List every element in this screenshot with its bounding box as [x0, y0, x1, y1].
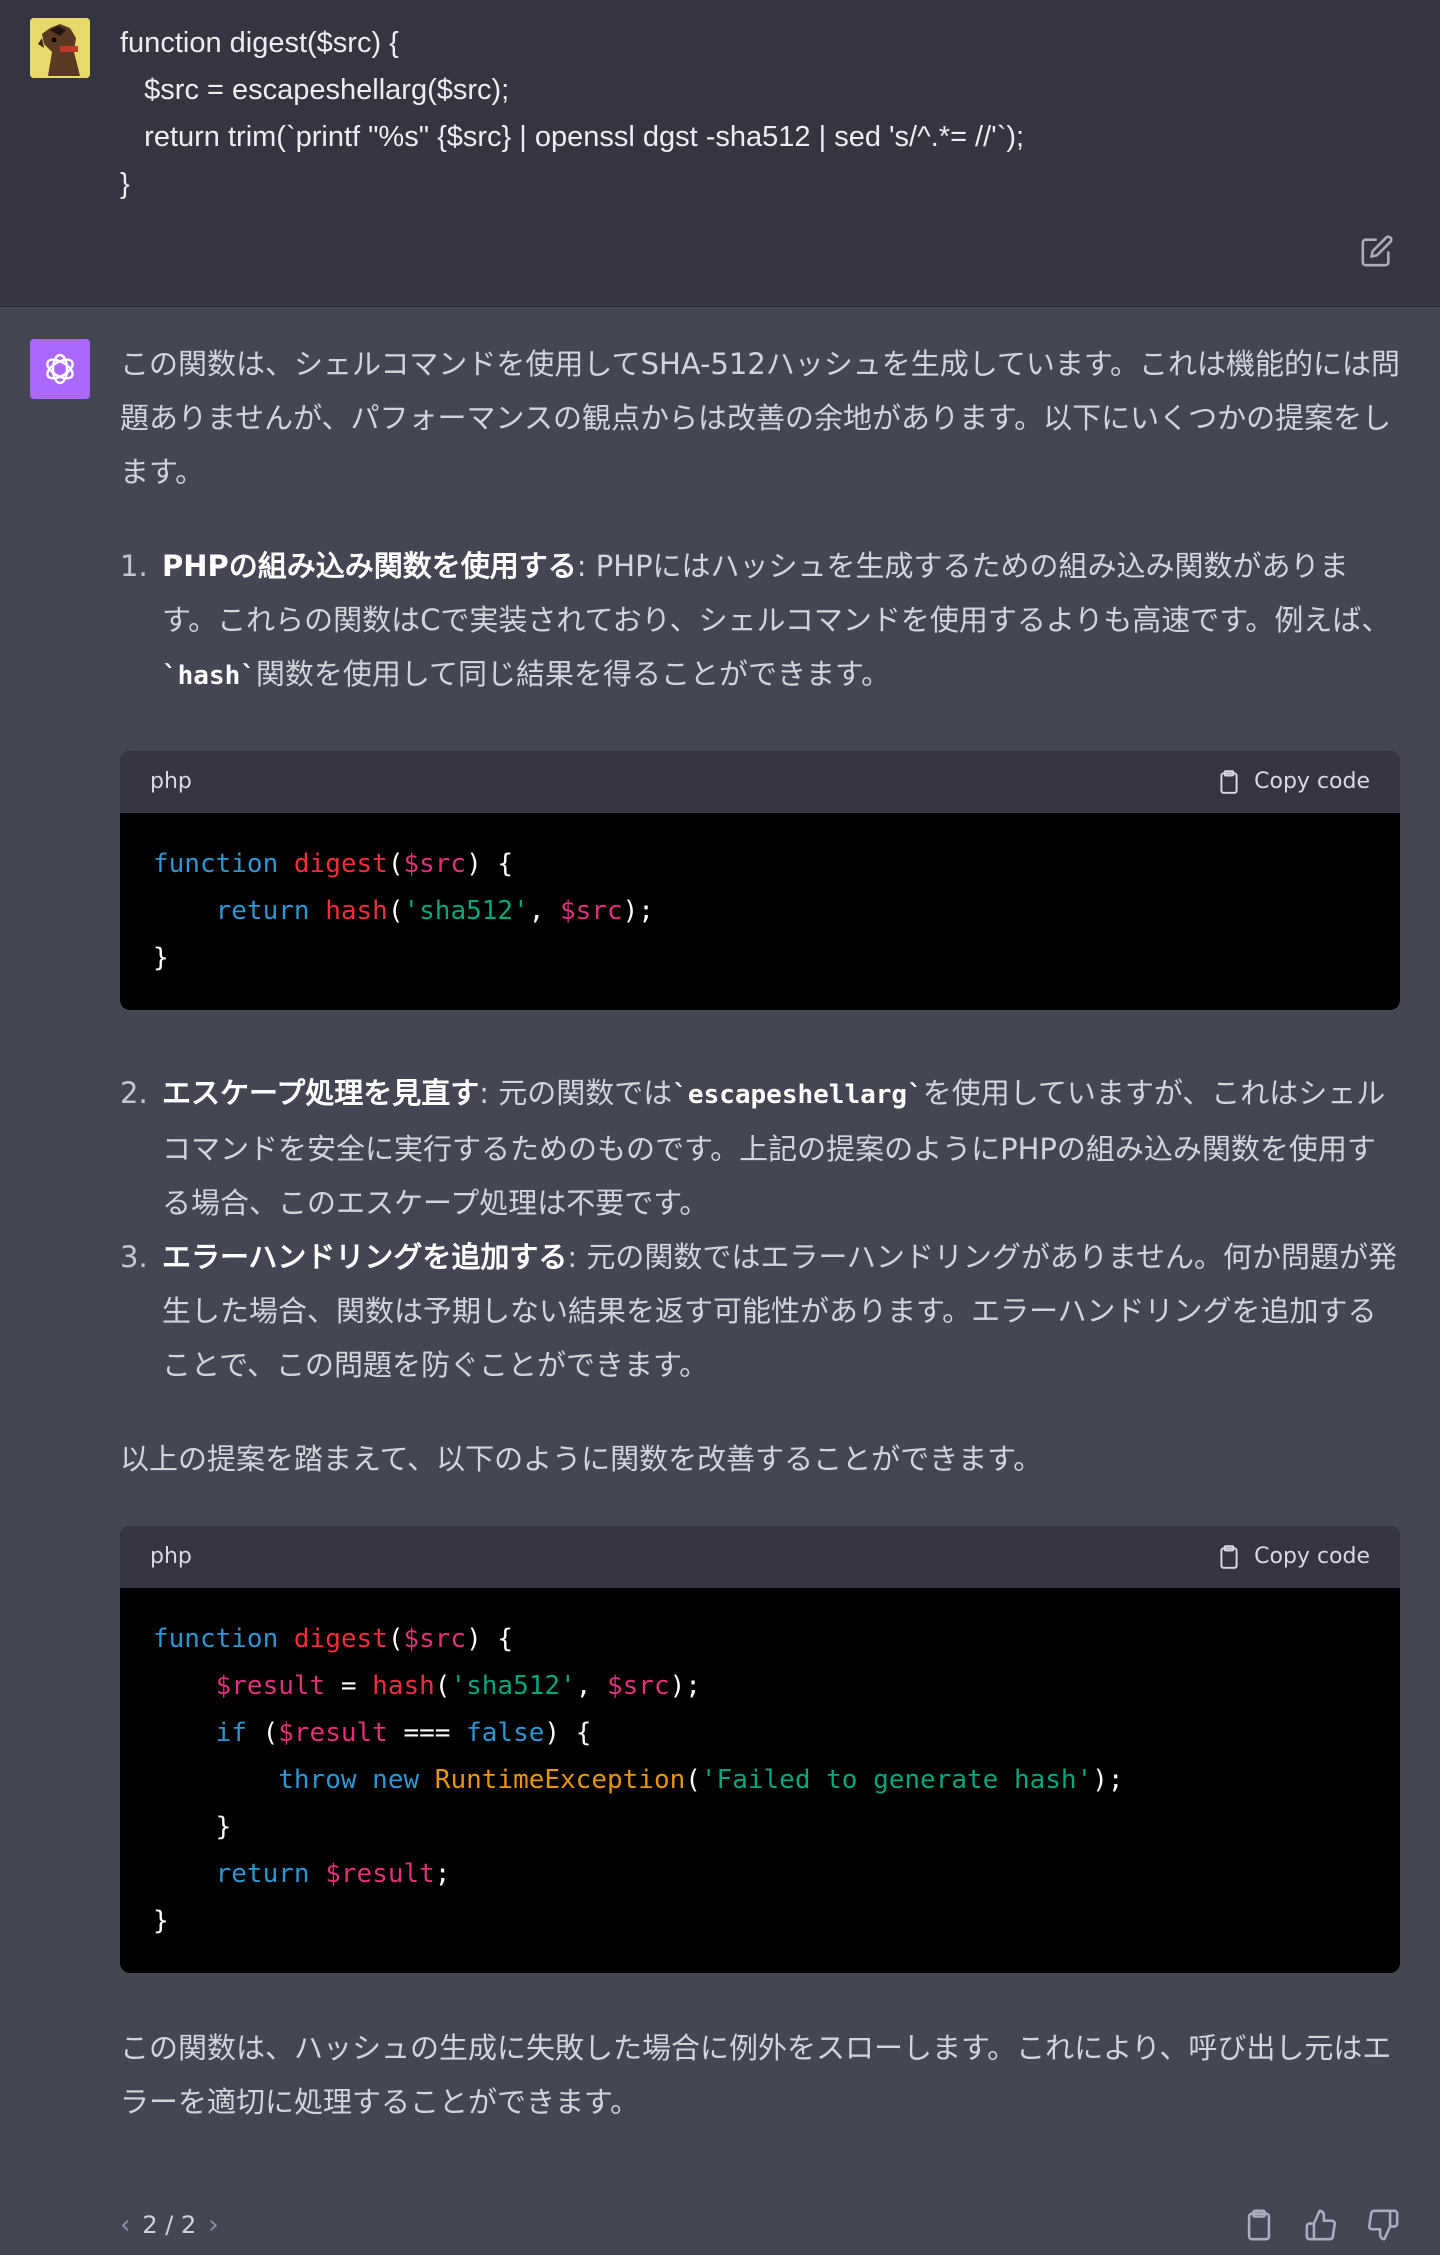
thumbs-up-icon[interactable] — [1304, 2208, 1338, 2242]
user-message-text: function digest($src) { $src = escapeshe… — [120, 20, 1024, 208]
edit-icon[interactable] — [1360, 234, 1394, 268]
chevron-right-icon[interactable]: › — [208, 2210, 218, 2240]
list-number: 3. — [120, 1240, 148, 1274]
summary-paragraph: 以上の提案を踏まえて、以下のように関数を改善することができます。 — [120, 1442, 1043, 1476]
list-number: 1. — [120, 549, 148, 583]
code-block: php Copy code function digest($src) { re… — [120, 751, 1400, 1010]
assistant-message-content: この関数は、シェルコマンドを使用してSHA-512ハッシュを生成しています。これ… — [120, 337, 1400, 2169]
user-line-3: return trim(`printf "%s" {$src} | openss… — [120, 121, 1025, 153]
horse-avatar-image — [30, 18, 90, 78]
response-pager: ‹ 2 / 2 › — [120, 2210, 219, 2240]
chatgpt-avatar — [30, 339, 90, 399]
list-item-title: エスケープ処理を見直す — [162, 1076, 480, 1110]
inline-code: `hash` — [162, 661, 256, 691]
message-actions — [1242, 2208, 1400, 2242]
message-footer: ‹ 2 / 2 › — [120, 2205, 1400, 2245]
inline-code: `escapeshellarg` — [672, 1080, 923, 1110]
user-line-2: $src = escapeshellarg($src); — [120, 74, 510, 106]
thumbs-down-icon[interactable] — [1366, 2208, 1400, 2242]
chevron-left-icon[interactable]: ‹ — [120, 2210, 130, 2240]
code-block: php Copy code function digest($src) { $r… — [120, 1526, 1400, 1973]
clipboard-icon — [1220, 1545, 1238, 1569]
user-line-1: function digest($src) { — [120, 27, 399, 59]
suggestion-list-continued: 2. エスケープ処理を見直す: 元の関数では`escapeshellarg`を使… — [120, 1066, 1400, 1392]
assistant-message-row: この関数は、シェルコマンドを使用してSHA-512ハッシュを生成しています。これ… — [0, 307, 1440, 2255]
user-line-4: } — [120, 168, 130, 200]
copy-code-label: Copy code — [1254, 769, 1370, 794]
code-content: function digest($src) { return hash('sha… — [153, 849, 654, 973]
code-language: php — [150, 769, 192, 794]
list-item-title: PHPの組み込み関数を使用する — [162, 549, 577, 583]
copy-code-button[interactable]: Copy code — [1216, 1530, 1370, 1584]
copy-code-button[interactable]: Copy code — [1216, 755, 1370, 809]
code-block-header: php Copy code — [120, 751, 1400, 813]
user-avatar — [30, 18, 90, 78]
closing-paragraph: この関数は、ハッシュの生成に失敗した場合に例外をスローします。これにより、呼び出… — [120, 2031, 1392, 2119]
clipboard-icon[interactable] — [1242, 2208, 1276, 2242]
list-item: 2. エスケープ処理を見直す: 元の関数では`escapeshellarg`を使… — [120, 1066, 1400, 1230]
code-block-header: php Copy code — [120, 1526, 1400, 1588]
list-item: 1. PHPの組み込み関数を使用する: PHPにはハッシュを生成するための組み込… — [120, 539, 1400, 703]
code-language: php — [150, 1544, 192, 1569]
list-number: 2. — [120, 1076, 148, 1110]
openai-logo-icon — [46, 353, 74, 385]
suggestion-list: 1. PHPの組み込み関数を使用する: PHPにはハッシュを生成するための組み込… — [120, 539, 1400, 703]
list-item: 3. エラーハンドリングを追加する: 元の関数ではエラーハンドリングがありません… — [120, 1230, 1400, 1392]
list-item-text: 関数を使用して同じ結果を得ることができます。 — [255, 657, 891, 691]
copy-code-label: Copy code — [1254, 1544, 1370, 1569]
user-message-row: function digest($src) { $src = escapeshe… — [0, 0, 1440, 307]
intro-paragraph: この関数は、シェルコマンドを使用してSHA-512ハッシュを生成しています。これ… — [120, 347, 1401, 489]
list-item-title: エラーハンドリングを追加する — [162, 1240, 568, 1274]
pager-count: 2 / 2 — [142, 2211, 197, 2239]
list-item-text: : 元の関数では — [479, 1076, 673, 1110]
clipboard-icon — [1220, 770, 1238, 794]
code-content: function digest($src) { $result = hash('… — [153, 1624, 1124, 1936]
